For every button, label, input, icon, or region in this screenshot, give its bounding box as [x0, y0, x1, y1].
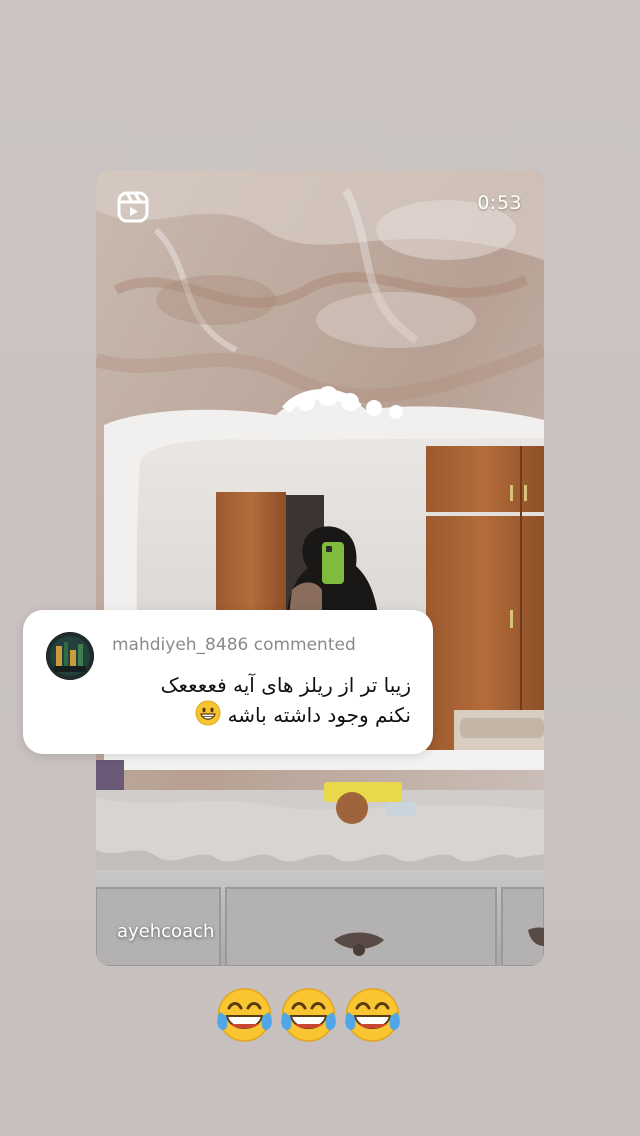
story-page: 0:53 ayehcoach mahdiyeh_8486 commented ز…: [0, 0, 640, 1136]
tears-of-joy-icon: [214, 986, 275, 1047]
tears-of-joy-icon: [342, 986, 403, 1047]
reel-thumbnail: [96, 170, 544, 966]
video-duration: 0:53: [477, 192, 522, 214]
comment-author-header: mahdiyeh_8486 commented: [112, 635, 356, 655]
comment-text-line-2: نکنم وجود داشته باشه: [81, 700, 411, 730]
comment-text-line-2-text: نکنم وجود داشته باشه: [227, 703, 411, 727]
comment-text: زیبا تر از ریلز های آیه فععععک نکنم وجود…: [81, 670, 411, 730]
reels-icon[interactable]: [116, 190, 150, 224]
tears-of-joy-icon: [278, 986, 339, 1047]
grinning-face-icon: [195, 700, 221, 726]
reel-author-username[interactable]: ayehcoach: [117, 921, 214, 942]
shared-reel-card[interactable]: 0:53 ayehcoach: [96, 170, 544, 966]
comment-sticker[interactable]: mahdiyeh_8486 commented زیبا تر از ریلز …: [23, 610, 433, 754]
reaction-emoji-row: [214, 986, 404, 1050]
comment-text-line-1: زیبا تر از ریلز های آیه فععععک: [160, 673, 411, 697]
